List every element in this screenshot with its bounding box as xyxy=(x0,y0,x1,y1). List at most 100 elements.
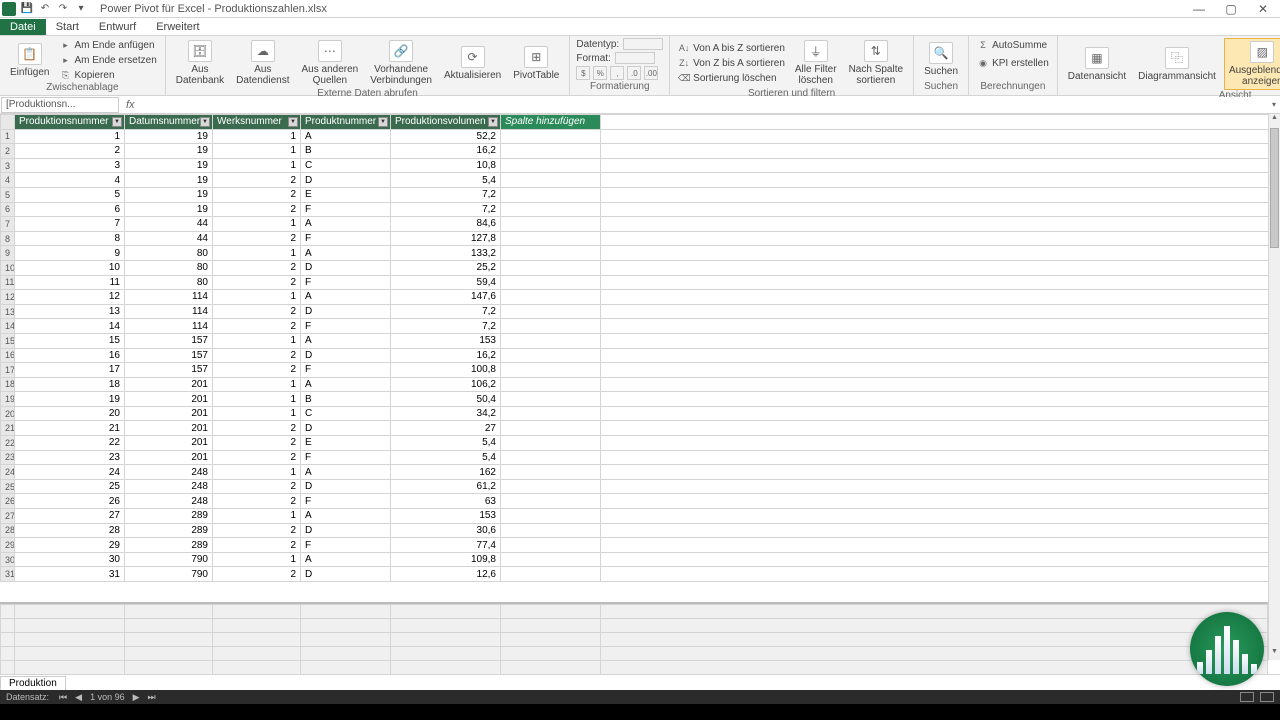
tab-datei[interactable]: Datei xyxy=(0,19,46,35)
measure-grid[interactable] xyxy=(0,602,1268,674)
cell[interactable]: C xyxy=(301,406,391,421)
cell[interactable]: 14 xyxy=(15,319,125,334)
col-header-1[interactable]: Datumsnummer▼ xyxy=(125,115,213,130)
pivottable-button[interactable]: ⊞PivotTable xyxy=(509,44,563,83)
diagram-view-button[interactable]: ⿻Diagrammansicht xyxy=(1134,45,1220,84)
cell[interactable] xyxy=(501,187,601,202)
nav-prev-icon[interactable]: ◀ xyxy=(75,692,82,703)
row-number[interactable]: 12 xyxy=(1,290,15,305)
cell[interactable]: E xyxy=(301,436,391,451)
cell[interactable]: 84,6 xyxy=(391,217,501,232)
cell[interactable]: 3 xyxy=(15,158,125,173)
row-number[interactable]: 1 xyxy=(1,129,15,144)
cell[interactable]: D xyxy=(301,173,391,188)
row-number[interactable]: 10 xyxy=(1,260,15,275)
cell[interactable]: 2 xyxy=(213,567,301,582)
vertical-scrollbar[interactable]: ▲ ▼ xyxy=(1268,114,1280,660)
close-button[interactable]: ✕ xyxy=(1256,2,1270,16)
cell[interactable]: D xyxy=(301,421,391,436)
row-number[interactable]: 25 xyxy=(1,479,15,494)
row-number[interactable]: 15 xyxy=(1,333,15,348)
row-number[interactable]: 11 xyxy=(1,275,15,290)
cell[interactable] xyxy=(501,129,601,144)
cell[interactable]: 201 xyxy=(125,377,213,392)
cell[interactable]: 5 xyxy=(15,187,125,202)
cell[interactable]: 201 xyxy=(125,392,213,407)
dec-decimal-icon[interactable]: .00 xyxy=(644,66,658,80)
view-diagram-icon[interactable] xyxy=(1260,692,1274,702)
tab-erweitert[interactable]: Erweitert xyxy=(146,19,209,35)
cell[interactable]: 34,2 xyxy=(391,406,501,421)
cell[interactable]: E xyxy=(301,187,391,202)
show-hidden-button[interactable]: ▨Ausgeblendete anzeigen xyxy=(1224,38,1280,90)
cell[interactable]: 17 xyxy=(15,363,125,378)
row-number[interactable]: 23 xyxy=(1,450,15,465)
row-number[interactable]: 20 xyxy=(1,406,15,421)
cell[interactable] xyxy=(501,552,601,567)
redo-icon[interactable]: ↷ xyxy=(56,2,70,16)
cell[interactable]: 29 xyxy=(15,538,125,553)
cell[interactable]: 24 xyxy=(15,465,125,480)
table-row[interactable]: 19 19 201 1 B 50,4 xyxy=(1,392,1269,407)
cell[interactable]: 1 xyxy=(213,158,301,173)
cell[interactable] xyxy=(501,333,601,348)
cell[interactable] xyxy=(501,450,601,465)
cell[interactable]: 1 xyxy=(213,509,301,524)
add-column-header[interactable]: Spalte hinzufügen xyxy=(501,115,601,130)
cell[interactable]: 1 xyxy=(213,290,301,305)
cell[interactable]: 2 xyxy=(213,436,301,451)
cell[interactable] xyxy=(501,523,601,538)
cell[interactable]: D xyxy=(301,304,391,319)
cell[interactable]: 4 xyxy=(15,173,125,188)
table-row[interactable]: 30 30 790 1 A 109,8 xyxy=(1,552,1269,567)
refresh-button[interactable]: ⟳Aktualisieren xyxy=(440,44,505,83)
row-number[interactable]: 9 xyxy=(1,246,15,261)
cell[interactable]: 20 xyxy=(15,406,125,421)
cell[interactable]: 2 xyxy=(213,275,301,290)
table-row[interactable]: 16 16 157 2 D 16,2 xyxy=(1,348,1269,363)
inc-decimal-icon[interactable]: .0 xyxy=(627,66,641,80)
col-header-3[interactable]: Produktnummer▼ xyxy=(301,115,391,130)
view-grid-icon[interactable] xyxy=(1240,692,1254,702)
cell[interactable]: 6 xyxy=(15,202,125,217)
row-number[interactable]: 5 xyxy=(1,187,15,202)
row-number[interactable]: 3 xyxy=(1,158,15,173)
cell[interactable]: 157 xyxy=(125,333,213,348)
cell[interactable]: 109,8 xyxy=(391,552,501,567)
cell[interactable]: 790 xyxy=(125,552,213,567)
cell[interactable] xyxy=(501,392,601,407)
datatype-dropdown[interactable] xyxy=(623,38,663,50)
cell[interactable]: 248 xyxy=(125,479,213,494)
cell[interactable]: 1 xyxy=(213,246,301,261)
cell[interactable] xyxy=(501,348,601,363)
cell[interactable]: 23 xyxy=(15,450,125,465)
cell[interactable]: 59,4 xyxy=(391,275,501,290)
row-number[interactable]: 2 xyxy=(1,144,15,159)
cell[interactable]: 114 xyxy=(125,319,213,334)
cell[interactable]: D xyxy=(301,567,391,582)
cell[interactable]: 248 xyxy=(125,465,213,480)
table-row[interactable]: 25 25 248 2 D 61,2 xyxy=(1,479,1269,494)
tab-entwurf[interactable]: Entwurf xyxy=(89,19,146,35)
table-row[interactable]: 7 7 44 1 A 84,6 xyxy=(1,217,1269,232)
cell[interactable] xyxy=(501,202,601,217)
cell[interactable]: A xyxy=(301,465,391,480)
cell[interactable]: 2 xyxy=(213,494,301,509)
from-other-button[interactable]: ⋯Aus anderen Quellen xyxy=(298,38,363,88)
cell[interactable]: 2 xyxy=(213,202,301,217)
cell[interactable]: 5,4 xyxy=(391,450,501,465)
cell[interactable]: 61,2 xyxy=(391,479,501,494)
clear-sort-button[interactable]: ⌫Sortierung löschen xyxy=(676,71,787,85)
table-row[interactable]: 6 6 19 2 F 7,2 xyxy=(1,202,1269,217)
cell[interactable]: 44 xyxy=(125,231,213,246)
find-button[interactable]: 🔍Suchen xyxy=(920,40,962,79)
cell[interactable]: 5,4 xyxy=(391,173,501,188)
cell[interactable]: 106,2 xyxy=(391,377,501,392)
cell[interactable]: 16 xyxy=(15,348,125,363)
cell[interactable]: 63 xyxy=(391,494,501,509)
cell[interactable]: 162 xyxy=(391,465,501,480)
cell[interactable]: 7,2 xyxy=(391,319,501,334)
cell[interactable]: 19 xyxy=(15,392,125,407)
cell[interactable]: B xyxy=(301,144,391,159)
cell[interactable]: D xyxy=(301,479,391,494)
